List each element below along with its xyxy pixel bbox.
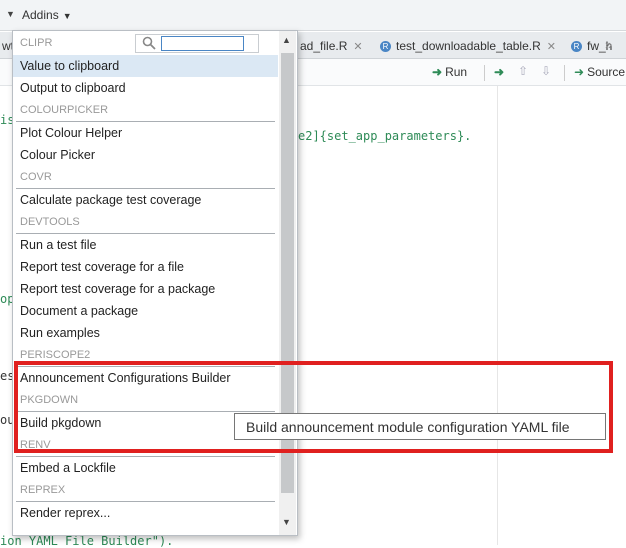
addins-dropdown-menu: CLIPR Value to clipboard Output to clipb… [12, 30, 298, 536]
chevron-down-icon[interactable]: ▼ [6, 9, 15, 19]
tab-label: ad_file.R [300, 39, 348, 53]
menu-item-plot-colour-helper[interactable]: Plot Colour Helper [13, 122, 278, 144]
menu-section-header: CLIPR [13, 31, 278, 55]
addins-button[interactable]: Addins ▼ [22, 8, 72, 22]
run-label: Run [445, 65, 468, 79]
r-file-icon: R [380, 41, 391, 53]
menu-section-header: COLOURPICKER [20, 104, 109, 116]
source-button[interactable]: ➜ Source [574, 65, 625, 79]
tab-test-downloadable-table[interactable]: Rtest_downloadable_table.R ✕ [380, 35, 556, 57]
menu-item-output-to-clipboard[interactable]: Output to clipboard [13, 77, 278, 99]
menu-item-run-examples[interactable]: Run examples [13, 322, 278, 344]
addins-label: Addins [22, 8, 59, 22]
rerun-icon[interactable]: ➜ [494, 65, 504, 79]
margin-line [497, 86, 498, 545]
menu-item-calculate-package-test-coverage[interactable]: Calculate package test coverage [13, 189, 278, 211]
toolbar-divider [564, 65, 565, 81]
toolbar-divider [484, 65, 485, 81]
arrow-down-icon[interactable]: ⇩ [541, 64, 551, 78]
menu-item-colour-picker[interactable]: Colour Picker [13, 144, 278, 166]
menu-item-value-to-clipboard[interactable]: Value to clipboard [13, 55, 278, 77]
r-file-icon: R [571, 41, 582, 53]
code-text: e2]{set_app_parameters}. [298, 129, 472, 143]
arrow-up-icon[interactable]: ⇧ [518, 64, 528, 78]
menu-item-run-test-file[interactable]: Run a test file [13, 234, 278, 256]
scroll-up-icon[interactable]: ▲ [282, 35, 291, 45]
tab-overflow-icon[interactable]: » [605, 37, 612, 52]
menu-section-header: REPREX [20, 484, 66, 496]
close-icon[interactable]: ✕ [353, 41, 362, 53]
run-button[interactable]: ➜ Run [432, 65, 467, 79]
menu-item-embed-lockfile[interactable]: Embed a Lockfile [13, 457, 278, 479]
menu-item-render-reprex[interactable]: Render reprex... [13, 502, 278, 524]
tab-label: test_downloadable_table.R [396, 39, 541, 53]
menu-item-report-coverage-package[interactable]: Report test coverage for a package [13, 278, 278, 300]
search-icon [142, 36, 156, 50]
menu-scrollbar[interactable]: ▲ ▼ [279, 31, 296, 535]
addin-search-box[interactable] [135, 34, 259, 53]
source-icon: ➜ [574, 65, 585, 79]
menu-section-header: DEVTOOLS [20, 216, 80, 228]
section-header-label: CLIPR [20, 37, 53, 49]
menu-item-document-package[interactable]: Document a package [13, 300, 278, 322]
menu-section-header: COVR [20, 171, 52, 183]
tab-file[interactable]: ad_file.R ✕ [300, 35, 363, 57]
close-icon[interactable]: ✕ [547, 41, 556, 53]
menu-item-report-coverage-file[interactable]: Report test coverage for a file [13, 256, 278, 278]
run-icon: ➜ [432, 65, 443, 79]
source-label: Source [587, 65, 626, 79]
highlight-annotation-box [14, 361, 613, 453]
code-text: ion YAML File Builder"). [0, 534, 174, 548]
main-toolbar: ▼ Addins ▼ [0, 0, 626, 31]
scroll-down-icon[interactable]: ▼ [282, 517, 291, 527]
addin-search-input[interactable] [161, 36, 244, 51]
chevron-down-icon: ▼ [62, 11, 72, 21]
